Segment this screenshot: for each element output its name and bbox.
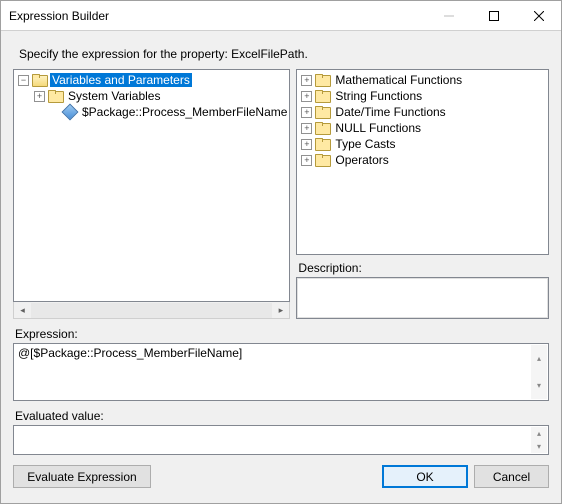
folder-icon — [315, 90, 329, 102]
expression-spinner[interactable]: ▴ ▾ — [531, 345, 547, 399]
instruction-text: Specify the expression for the property:… — [19, 47, 549, 61]
evaluate-expression-button[interactable]: Evaluate Expression — [13, 465, 151, 488]
expression-text: @[$Package::Process_MemberFileName] — [18, 346, 242, 360]
titlebar: Expression Builder — [1, 1, 561, 31]
variables-tree[interactable]: − Variables and Parameters + System Vari… — [13, 69, 290, 302]
expand-icon[interactable]: + — [301, 155, 312, 166]
spin-down-icon[interactable]: ▾ — [531, 372, 547, 399]
scroll-left-button[interactable]: ◂ — [14, 303, 31, 318]
folder-icon — [315, 138, 329, 150]
panels: − Variables and Parameters + System Vari… — [13, 69, 549, 319]
expression-label: Expression: — [15, 327, 549, 341]
func-node[interactable]: + Type Casts — [297, 136, 548, 152]
expression-input[interactable]: @[$Package::Process_MemberFileName] ▴ ▾ — [13, 343, 549, 401]
evaluated-value-box: ▴ ▾ — [13, 425, 549, 455]
expand-icon[interactable]: + — [301, 107, 312, 118]
evaluated-spinner[interactable]: ▴ ▾ — [531, 427, 547, 453]
func-node[interactable]: + Operators — [297, 152, 548, 168]
minimize-button[interactable] — [426, 1, 471, 30]
func-node[interactable]: + String Functions — [297, 88, 548, 104]
folder-open-icon — [32, 74, 46, 86]
tree-node-system[interactable]: + System Variables — [14, 88, 289, 104]
expand-icon[interactable]: + — [301, 123, 312, 134]
collapse-icon[interactable]: − — [18, 75, 29, 86]
right-column: + Mathematical Functions + String Functi… — [296, 69, 549, 319]
expand-icon[interactable]: + — [34, 91, 45, 102]
description-box — [296, 277, 549, 319]
description-label: Description: — [298, 261, 549, 275]
minimize-icon — [444, 11, 454, 21]
func-label: Type Casts — [333, 137, 397, 151]
tree-node-root[interactable]: − Variables and Parameters — [14, 72, 289, 88]
func-node[interactable]: + Mathematical Functions — [297, 72, 548, 88]
func-label: Date/Time Functions — [333, 105, 447, 119]
func-label: String Functions — [333, 89, 424, 103]
tree-node-variable[interactable]: $Package::Process_MemberFileName — [14, 104, 289, 120]
func-label: Operators — [333, 153, 390, 167]
spin-up-icon[interactable]: ▴ — [531, 345, 547, 372]
tree-node-label: System Variables — [66, 89, 162, 103]
close-button[interactable] — [516, 1, 561, 30]
horizontal-scrollbar[interactable]: ◂ ▸ — [13, 302, 290, 319]
folder-icon — [315, 122, 329, 134]
spin-up-icon[interactable]: ▴ — [531, 427, 547, 440]
maximize-icon — [489, 11, 499, 21]
tree-node-label: Variables and Parameters — [50, 73, 192, 87]
func-label: NULL Functions — [333, 121, 423, 135]
cancel-button[interactable]: Cancel — [474, 465, 549, 488]
tree-node-label: $Package::Process_MemberFileName — [80, 105, 289, 119]
func-node[interactable]: + Date/Time Functions — [297, 104, 548, 120]
variables-panel: − Variables and Parameters + System Vari… — [13, 69, 290, 319]
ok-button[interactable]: OK — [382, 465, 468, 488]
evaluated-label: Evaluated value: — [15, 409, 549, 423]
expand-icon[interactable]: + — [301, 75, 312, 86]
expand-icon[interactable]: + — [301, 91, 312, 102]
variable-icon — [62, 104, 79, 121]
folder-icon — [315, 74, 329, 86]
spin-down-icon[interactable]: ▾ — [531, 440, 547, 453]
window-title: Expression Builder — [1, 9, 426, 23]
expand-icon[interactable]: + — [301, 139, 312, 150]
functions-tree[interactable]: + Mathematical Functions + String Functi… — [296, 69, 549, 255]
dialog-body: Specify the expression for the property:… — [1, 31, 561, 503]
scroll-track[interactable] — [31, 303, 272, 318]
expression-builder-window: Expression Builder Specify the expressio… — [0, 0, 562, 504]
folder-icon — [315, 154, 329, 166]
func-node[interactable]: + NULL Functions — [297, 120, 548, 136]
func-label: Mathematical Functions — [333, 73, 464, 87]
folder-icon — [48, 90, 62, 102]
scroll-right-button[interactable]: ▸ — [272, 303, 289, 318]
folder-icon — [315, 106, 329, 118]
close-icon — [534, 11, 544, 21]
footer: Evaluate Expression OK Cancel — [13, 465, 549, 488]
maximize-button[interactable] — [471, 1, 516, 30]
